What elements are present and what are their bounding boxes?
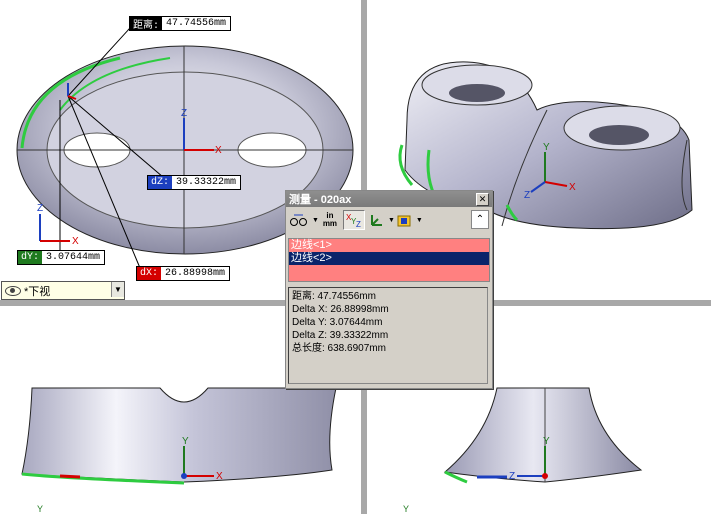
chevron-down-icon[interactable]: ▼ [388,217,395,224]
dz-tag: dZ: 39.33322mm [147,175,242,190]
axis-z-letter: Z [524,190,530,201]
chevron-down-icon[interactable]: ▼ [312,217,319,224]
axis-y-letter: Y [182,436,189,447]
dz-tag-value: 39.33322mm [176,177,237,188]
result-delta-x: Delta X: 26.88998mm [292,304,389,315]
selection-item-2[interactable]: 边线<2> [289,252,489,265]
show-history-button[interactable] [395,211,413,229]
dy-tag-value: 3.07644mm [46,252,101,263]
selection-item-1[interactable]: 边线<1> [289,239,489,252]
view-eye-icon [5,285,21,296]
axis-x-letter: X [216,471,223,482]
xyz-icon: X Y Z [346,213,361,228]
point-to-point-button[interactable] [367,211,385,229]
units-bottom-label: mm [322,219,338,228]
axis-y-letter: Y [403,504,409,514]
selection-list[interactable]: 边线<1> 边线<2> [288,238,490,282]
close-button[interactable]: ✕ [476,193,489,206]
view-orientation-selector[interactable]: *下视 ▼ [1,281,125,300]
measure-dialog-titlebar[interactable]: 测量 - 020ax [286,191,492,207]
arc-options-icon [290,214,307,226]
axis-y-letter: Y [543,142,550,153]
dx-tag-key: dX: [137,267,162,280]
collapse-button[interactable]: ⌃ [471,210,489,229]
distance-tag: 距离: 47.74556mm [129,16,232,32]
axis-z-letter: Z [37,203,43,214]
result-total-length: 总长度: 638.6907mm [292,343,386,354]
axis-z-letter: Z [509,471,515,482]
xyz-measure-button[interactable]: X Y Z [342,210,365,230]
arc-circle-options-button[interactable] [289,211,309,229]
dz-tag-key: dZ: [148,176,173,189]
axis-y-letter: Y [543,436,550,447]
dy-tag-key: dY: [18,251,43,264]
axis-x-letter: X [72,236,79,247]
axis-x-letter: X [569,182,576,193]
result-delta-y: Delta Y: 3.07644mm [292,317,383,328]
result-distance: 距离: 47.74556mm [292,291,376,302]
axis-z-letter: Z [181,108,187,119]
measure-toolbar: ▼ in mm X Y Z ▼ ▼ [289,209,489,231]
measure-dialog[interactable]: 测量 - 020ax ✕ ▼ in mm X Y Z ▼ ▼ ⌃ 边线<1> 边… [285,190,493,389]
dx-tag: dX: 26.88998mm [136,266,231,281]
dy-tag: dY: 3.07644mm [17,250,106,265]
distance-tag-value: 47.74556mm [166,18,227,29]
folder-icon [397,215,411,227]
units-precision-button[interactable]: in mm [319,211,341,229]
measure-results: 距离: 47.74556mm Delta X: 26.88998mm Delta… [288,287,488,384]
selection-item-empty[interactable] [289,265,489,278]
view-orientation-value: *下视 [24,285,51,298]
chevron-down-icon[interactable]: ▼ [416,217,423,224]
dx-tag-value: 26.88998mm [165,268,226,279]
axis-y-letter: Y [37,504,43,514]
chevron-down-icon[interactable]: ▼ [111,282,124,297]
result-delta-z: Delta Z: 39.33322mm [292,330,389,341]
measure-dialog-title: 测量 - 020ax [289,194,352,206]
coordinate-system-icon [370,215,382,226]
svg-text:Z: Z [356,220,361,228]
axis-x-letter: X [215,145,222,156]
distance-tag-key: 距离: [130,17,163,32]
